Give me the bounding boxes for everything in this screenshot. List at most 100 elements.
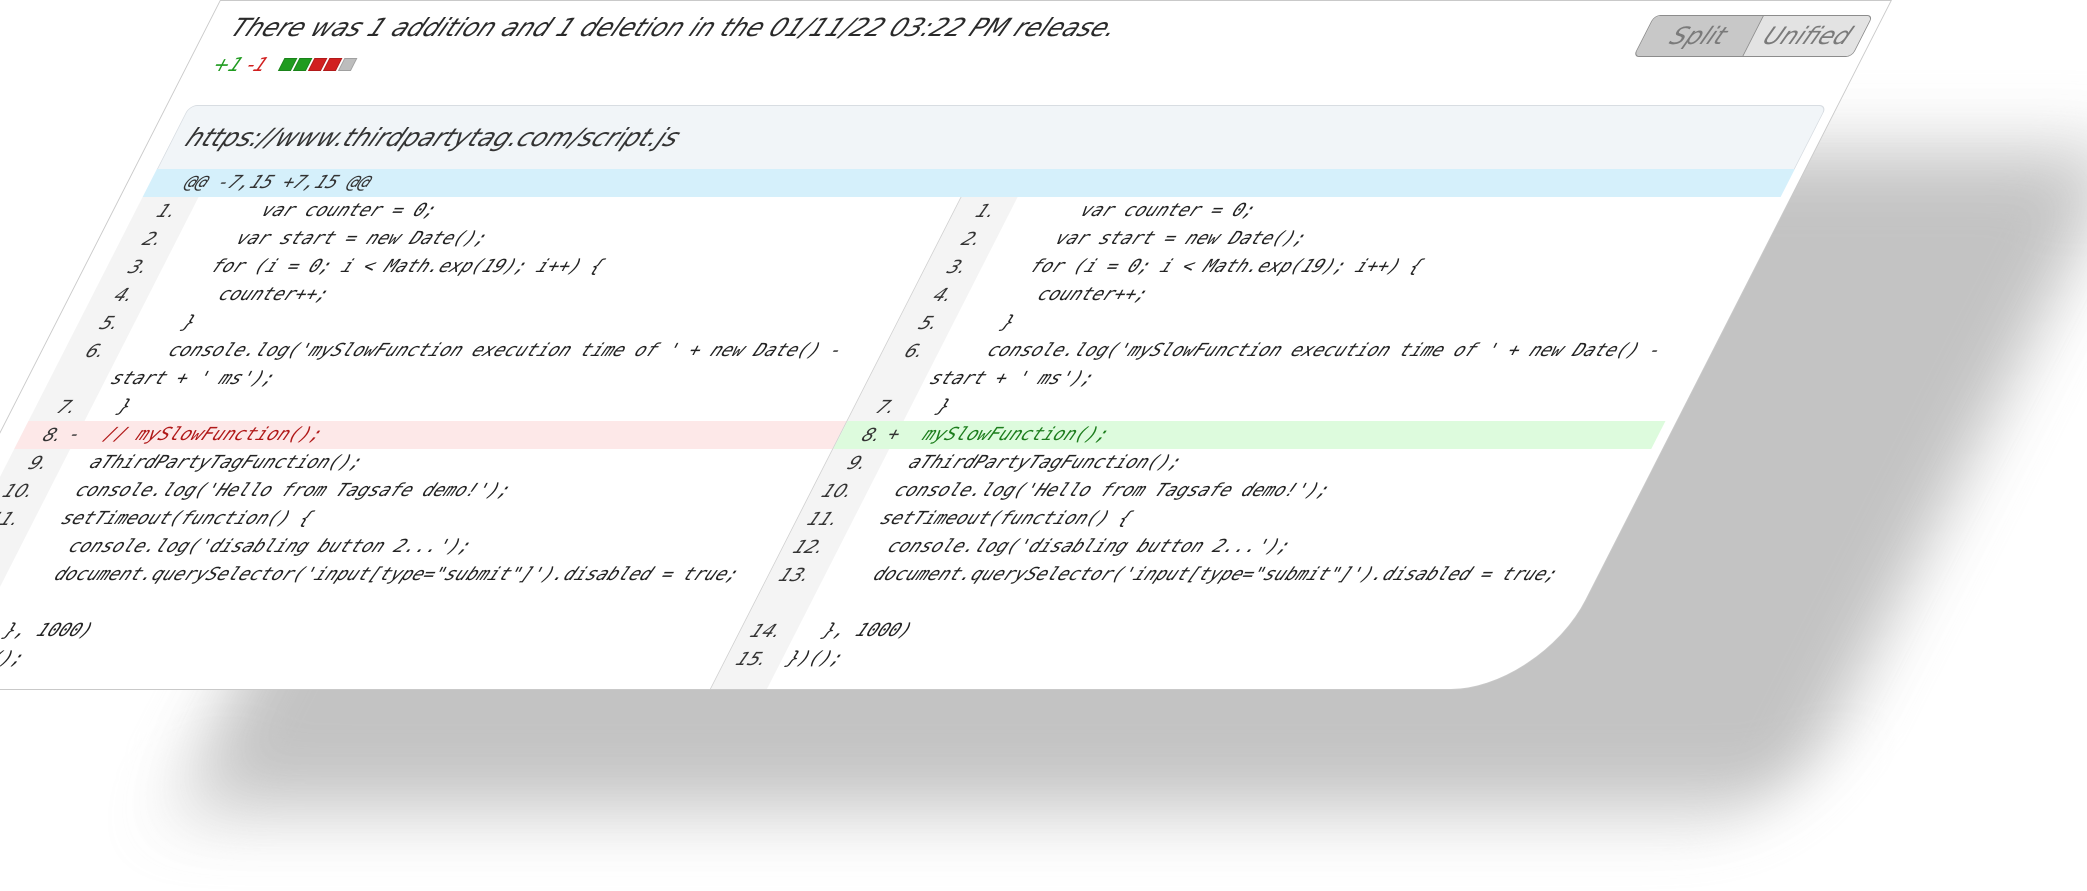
- line-code: }, 1000): [0, 620, 98, 641]
- line-number: 6.: [900, 341, 929, 362]
- line-number: 10.: [817, 481, 857, 502]
- line-code: console.log('mySlowFunction execution ti…: [925, 340, 1677, 389]
- additions-count: +1: [208, 54, 248, 76]
- code-line: 13. document.querySelector('input[type="…: [0, 561, 775, 617]
- summary-prefix: There was: [225, 13, 378, 42]
- code-line: 1. var counter = 0;: [128, 197, 960, 225]
- added-line: 8. + mySlowFunction();: [833, 421, 1666, 449]
- line-code: aThirdPartyTagFunction();: [63, 452, 368, 473]
- line-code: for (i = 0; i < Math.exp(19); i++) {: [982, 256, 1428, 277]
- summary-additions: 1 addition: [362, 13, 503, 42]
- line-number: 12.: [789, 537, 829, 558]
- line-number: 1.: [152, 201, 181, 222]
- code-line: 6. console.log('mySlowFunction execution…: [43, 337, 890, 393]
- diff-stats: +1-1: [208, 53, 362, 76]
- line-number: 7.: [871, 397, 900, 418]
- deleted-line: 8. - // mySlowFunction();: [14, 421, 847, 449]
- code-line: 9. aThirdPartyTagFunction();: [819, 449, 1651, 477]
- line-code: setTimeout(function() {: [35, 508, 318, 529]
- code-line: 7. }: [847, 393, 1679, 421]
- line-code: var counter = 0;: [192, 200, 442, 221]
- line-code: for (i = 0; i < Math.exp(19); i++) {: [163, 256, 609, 277]
- code-line: 10. console.log('Hello from Tagsafe demo…: [805, 477, 1637, 505]
- line-number: 10.: [0, 481, 38, 502]
- line-code: console.log('disabling button 2...');: [21, 536, 477, 557]
- line-code: }, 1000): [797, 620, 917, 641]
- line-code: document.querySelector('input[type="subm…: [825, 564, 1563, 585]
- line-number: 9.: [24, 453, 53, 474]
- line-number: 8.: [38, 425, 67, 446]
- code-line: 15.})();: [0, 645, 732, 673]
- code-line: 15. })();: [719, 645, 1551, 673]
- line-code: setTimeout(function() {: [854, 508, 1137, 529]
- unified-view-button[interactable]: Unified: [1743, 16, 1872, 56]
- code-line: 4. counter++;: [905, 281, 1737, 309]
- code-line: 5. }: [890, 309, 1722, 337]
- line-code: aThirdPartyTagFunction();: [882, 452, 1187, 473]
- code-line: 2. var start = new Date();: [933, 225, 1765, 253]
- line-code: }: [135, 312, 201, 333]
- code-line: 7. }: [28, 393, 860, 421]
- code-line: 14. }, 1000): [733, 617, 1565, 645]
- line-number: 3.: [124, 257, 153, 278]
- diff-stat-blocks: [276, 53, 362, 75]
- line-number: 14.: [746, 621, 786, 642]
- code-line: 14. }, 1000): [0, 617, 747, 645]
- code-line: 5. }: [71, 309, 903, 337]
- line-code: mySlowFunction();: [897, 424, 1114, 445]
- deletions-count: -1: [242, 54, 273, 76]
- hunk-header-row: @@ -7,15 +7,15 @@: [142, 169, 1795, 197]
- line-code: var counter = 0;: [1011, 200, 1261, 221]
- line-code: }: [954, 312, 1020, 333]
- line-number: 8.: [857, 425, 886, 446]
- line-number: 2.: [957, 229, 986, 250]
- line-number: 11.: [803, 509, 843, 530]
- line-number: 15.: [731, 649, 772, 670]
- code-line: 9. aThirdPartyTagFunction();: [0, 449, 832, 477]
- line-code: console.log('disabling button 2...');: [840, 536, 1296, 557]
- line-number: 3.: [943, 257, 972, 278]
- release-summary: There was 1 addition and 1 deletion in t…: [226, 13, 1124, 42]
- line-number: 5.: [914, 313, 943, 334]
- code-line: 6. console.log('mySlowFunction execution…: [862, 337, 1709, 393]
- code-line: 4. counter++;: [86, 281, 918, 309]
- line-code: counter++;: [149, 284, 334, 305]
- split-diff: @@ -7,15 +7,15 @@ 1. var counter = 0; 2. …: [0, 169, 1795, 689]
- line-code: console.log('mySlowFunction execution ti…: [106, 340, 858, 389]
- line-number: 12.: [0, 537, 10, 558]
- line-number: 11.: [0, 509, 24, 530]
- code-line: 13. document.querySelector('input[type="…: [748, 561, 1595, 617]
- summary-deletions: 1 deletion: [551, 13, 692, 42]
- code-line: 11. setTimeout(function() {: [0, 505, 804, 533]
- line-number: 1.: [971, 201, 1000, 222]
- view-mode-toggle: Split Unified: [1632, 15, 1874, 57]
- line-number: 4.: [109, 285, 138, 306]
- line-code: })();: [0, 648, 30, 669]
- summary-suffix: in the 01/11/22 03:22 PM release.: [676, 13, 1124, 42]
- line-code: console.log('Hello from Tagsafe demo!');: [868, 480, 1335, 501]
- line-code: document.querySelector('input[type="subm…: [6, 564, 744, 585]
- line-code: // mySlowFunction();: [78, 424, 328, 445]
- line-code: var start = new Date();: [997, 228, 1312, 249]
- line-number: 2.: [138, 229, 167, 250]
- line-number: 5.: [95, 313, 124, 334]
- line-number: 13.: [774, 565, 815, 586]
- code-line: 1. var counter = 0;: [947, 197, 1779, 225]
- file-header: https://www.thirdpartytag.com/script.js: [156, 105, 1828, 170]
- line-code: counter++;: [968, 284, 1153, 305]
- line-code: })();: [783, 648, 849, 669]
- code-line: 10. console.log('Hello from Tagsafe demo…: [0, 477, 818, 505]
- line-number: 9.: [843, 453, 872, 474]
- code-line: 12. console.log('disabling button 2...')…: [776, 533, 1608, 561]
- split-view-button[interactable]: Split: [1634, 16, 1764, 56]
- code-line: 3. for (i = 0; i < Math.exp(19); i++) {: [100, 253, 932, 281]
- file-url: https://www.thirdpartytag.com/script.js: [180, 123, 686, 152]
- hunk-header: @@ -7,15 +7,15 @@: [180, 172, 376, 193]
- line-code: }: [92, 396, 136, 417]
- code-line: 3. for (i = 0; i < Math.exp(19); i++) {: [919, 253, 1751, 281]
- diff-viewer-stage: There was 1 addition and 1 deletion in t…: [0, 0, 2087, 891]
- line-code: console.log('Hello from Tagsafe demo!');: [49, 480, 516, 501]
- line-number: 7.: [52, 397, 81, 418]
- code-line: 12. console.log('disabling button 2...')…: [0, 533, 789, 561]
- line-code: }: [911, 396, 955, 417]
